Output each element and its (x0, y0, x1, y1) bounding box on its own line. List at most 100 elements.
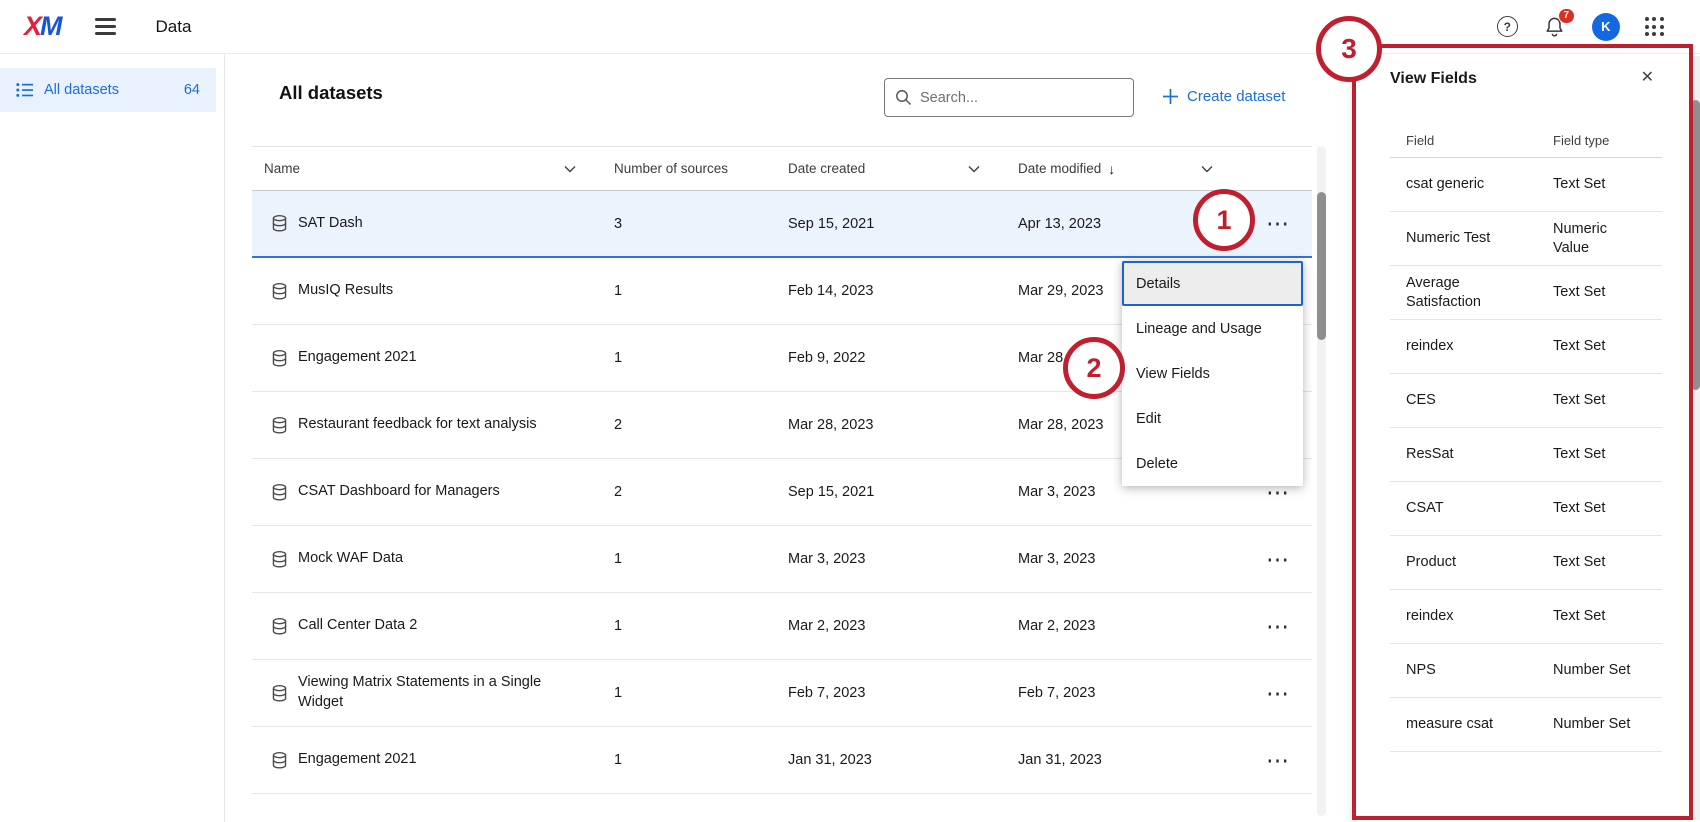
dataset-name: CSAT Dashboard for Managers (298, 482, 500, 502)
menu-item-view-fields[interactable]: View Fields (1122, 351, 1303, 396)
dataset-icon (272, 350, 287, 367)
apps-grid-icon[interactable] (1645, 17, 1664, 36)
dataset-icon (272, 752, 287, 769)
menu-item-edit[interactable]: Edit (1122, 396, 1303, 441)
hamburger-menu-icon[interactable] (95, 18, 116, 34)
page-title: Data (156, 17, 192, 37)
table-row[interactable]: Engagement 2021 1 Jan 31, 2023 Jan 31, 2… (252, 727, 1312, 794)
row-menu-button[interactable]: ⋯ (1260, 613, 1295, 640)
create-dataset-label: Create dataset (1187, 88, 1285, 105)
search-icon (895, 89, 912, 106)
field-row: ResSatText Set (1390, 428, 1662, 482)
cell-name: Restaurant feedback for text analysis (252, 415, 602, 435)
column-header-date-modified[interactable]: Date modified ↓ (1006, 161, 1260, 177)
dataset-icon (272, 551, 287, 568)
cell-sources: 1 (602, 685, 776, 701)
cell-name: Engagement 2021 (252, 348, 602, 368)
dataset-icon (272, 618, 287, 635)
row-menu-button[interactable]: ⋯ (1260, 680, 1295, 707)
cell-name: MusIQ Results (252, 281, 602, 301)
table-row[interactable]: Viewing Matrix Statements in a Single Wi… (252, 660, 1312, 727)
create-dataset-button[interactable]: Create dataset (1162, 88, 1285, 105)
cell-date-modified: Mar 2, 2023 (1006, 618, 1260, 634)
table-row[interactable]: Call Center Data 2 1 Mar 2, 2023 Mar 2, … (252, 593, 1312, 660)
column-header-date-created[interactable]: Date created (776, 161, 1006, 176)
main-scrollbar-thumb[interactable] (1317, 192, 1326, 340)
sidebar: All datasets 64 (0, 54, 225, 822)
cell-date-modified: Mar 3, 2023 (1006, 484, 1260, 500)
row-menu-button[interactable]: ⋯ (1260, 546, 1295, 573)
search-box[interactable] (884, 78, 1134, 117)
cell-date-created: Mar 2, 2023 (776, 618, 1006, 634)
cell-date-created: Sep 15, 2021 (776, 484, 1006, 500)
panel-column-headers: Field Field type (1390, 124, 1662, 158)
cell-sources: 1 (602, 350, 776, 366)
dataset-name: Engagement 2021 (298, 750, 417, 770)
plus-icon (1162, 88, 1179, 105)
notification-badge: 7 (1558, 8, 1575, 24)
section-heading: All datasets (279, 82, 383, 104)
column-label: Name (264, 161, 300, 176)
cell-sources: 2 (602, 417, 776, 433)
dataset-icon (272, 417, 287, 434)
sort-descending-icon[interactable]: ↓ (1108, 161, 1115, 177)
menu-item-lineage-and-usage[interactable]: Lineage and Usage (1122, 306, 1303, 351)
dataset-name: MusIQ Results (298, 281, 393, 301)
row-menu-button[interactable]: ⋯ (1260, 210, 1295, 237)
table-row[interactable]: SAT Dash 3 Sep 15, 2021 Apr 13, 2023 ⋯ (252, 191, 1312, 258)
avatar[interactable]: K (1592, 13, 1620, 41)
cell-date-modified: Apr 13, 2023 (1006, 216, 1260, 232)
cell-date-created: Jan 31, 2023 (776, 752, 1006, 768)
chevron-down-icon[interactable] (564, 165, 576, 173)
help-icon[interactable]: ? (1497, 16, 1518, 37)
topbar-actions: ? 7 K (1497, 13, 1664, 41)
menu-item-delete[interactable]: Delete (1122, 441, 1303, 486)
view-fields-panel: View Fields ✕ Field Field type csat gene… (1356, 54, 1700, 822)
chevron-down-icon[interactable] (1201, 165, 1213, 173)
cell-name: CSAT Dashboard for Managers (252, 482, 602, 502)
dataset-name: Engagement 2021 (298, 348, 417, 368)
column-label: Date modified (1018, 161, 1101, 176)
field-row: csat genericText Set (1390, 158, 1662, 212)
xm-logo[interactable]: XM (24, 11, 61, 42)
cell-name: Call Center Data 2 (252, 616, 602, 636)
dataset-icon (272, 215, 287, 232)
row-menu-button[interactable]: ⋯ (1260, 747, 1295, 774)
column-header-sources[interactable]: Number of sources (602, 161, 776, 176)
cell-date-created: Sep 15, 2021 (776, 216, 1006, 232)
cell-date-modified: Mar 3, 2023 (1006, 551, 1260, 567)
cell-date-created: Feb 14, 2023 (776, 283, 1006, 299)
field-list: csat genericText Set Numeric TestNumeric… (1390, 158, 1662, 752)
column-label: Date created (788, 161, 865, 176)
sidebar-item-all-datasets[interactable]: All datasets 64 (0, 68, 216, 112)
column-header-name[interactable]: Name (252, 161, 602, 176)
panel-scrollbar-thumb[interactable] (1691, 100, 1700, 390)
column-label: Number of sources (614, 161, 728, 176)
cell-date-created: Mar 3, 2023 (776, 551, 1006, 567)
cell-sources: 1 (602, 618, 776, 634)
sidebar-item-label: All datasets (44, 82, 184, 98)
notifications-button[interactable]: 7 (1543, 15, 1567, 39)
cell-name: Mock WAF Data (252, 549, 602, 569)
field-row: reindexText Set (1390, 320, 1662, 374)
cell-date-modified: Feb 7, 2023 (1006, 685, 1260, 701)
cell-sources: 1 (602, 752, 776, 768)
close-icon[interactable]: ✕ (1641, 67, 1654, 87)
panel-column-field: Field (1406, 133, 1553, 148)
cell-sources: 3 (602, 216, 776, 232)
field-row: reindexText Set (1390, 590, 1662, 644)
menu-item-details[interactable]: Details (1122, 261, 1303, 306)
field-row: Numeric TestNumeric Value (1390, 212, 1662, 266)
field-row: measure csatNumber Set (1390, 698, 1662, 752)
dataset-name: SAT Dash (298, 214, 363, 234)
chevron-down-icon[interactable] (968, 165, 980, 173)
cell-name: SAT Dash (252, 214, 602, 234)
logo-m: M (40, 11, 61, 41)
dataset-name: Viewing Matrix Statements in a Single Wi… (298, 673, 560, 712)
table-row[interactable]: Mock WAF Data 1 Mar 3, 2023 Mar 3, 2023 … (252, 526, 1312, 593)
cell-sources: 1 (602, 551, 776, 567)
list-icon (16, 82, 34, 98)
cell-name: Engagement 2021 (252, 750, 602, 770)
search-input[interactable] (920, 90, 1123, 106)
top-bar: XM Data ? 7 K (0, 0, 1700, 54)
